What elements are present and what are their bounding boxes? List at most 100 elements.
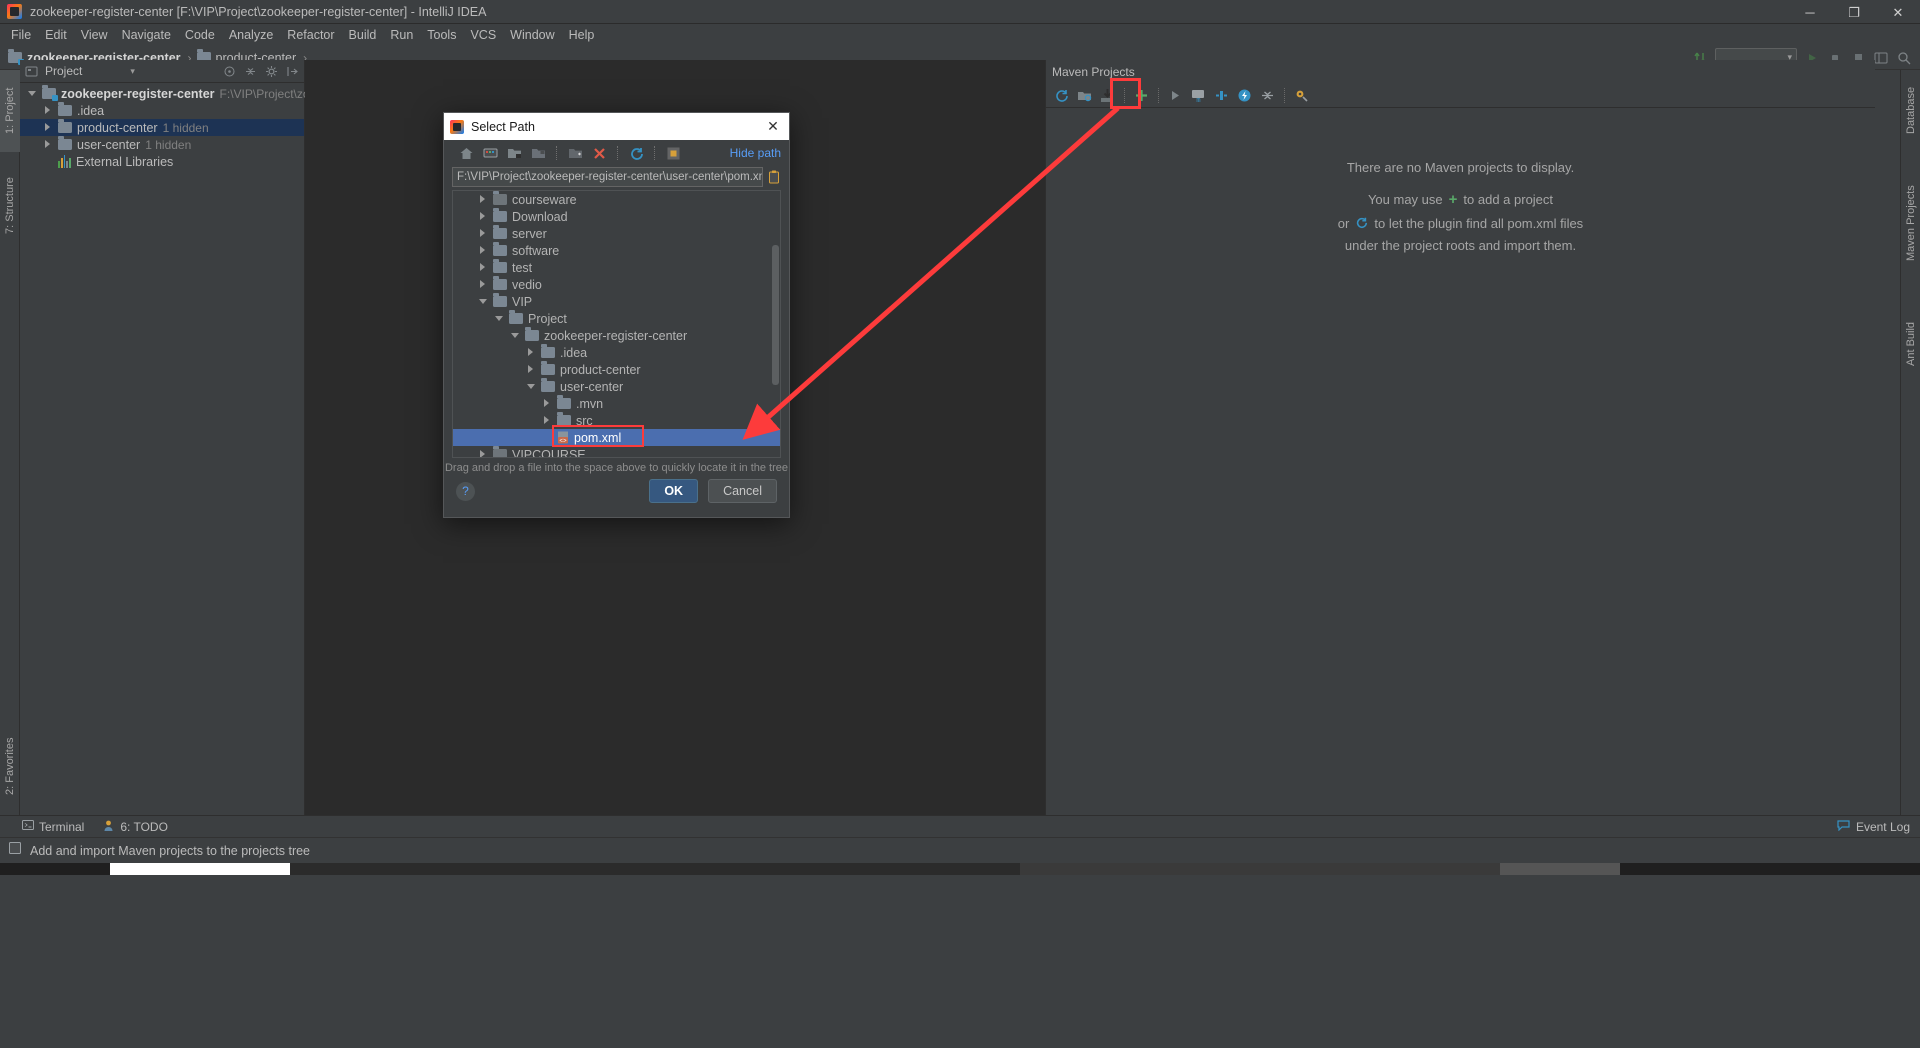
menu-item-tools[interactable]: Tools: [420, 26, 463, 44]
chevron-right-icon[interactable]: [479, 450, 488, 457]
close-window-button[interactable]: ✕: [1876, 0, 1920, 24]
chevron-right-icon[interactable]: [479, 195, 488, 204]
chevron-down-icon[interactable]: [479, 297, 488, 306]
maven-settings-icon[interactable]: [1292, 86, 1311, 105]
chevron-right-icon[interactable]: [527, 348, 536, 357]
stripe-item-todo[interactable]: 6: TODO: [102, 819, 168, 835]
taskbar-item-1[interactable]: [110, 863, 290, 875]
chevron-right-icon[interactable]: [479, 246, 488, 255]
project-tree[interactable]: zookeeper-register-center F:\VIP\Project\…: [20, 83, 353, 813]
show-hidden-icon[interactable]: [663, 143, 683, 163]
chevron-down-icon[interactable]: [495, 314, 504, 323]
menu-item-file[interactable]: File: [4, 26, 38, 44]
add-maven-project-icon[interactable]: [1132, 86, 1151, 105]
stripe-item-maven-projects[interactable]: Maven Projects: [1901, 158, 1920, 288]
cancel-button[interactable]: Cancel: [708, 479, 777, 503]
stripe-item-favorites[interactable]: 2: Favorites: [0, 720, 20, 812]
menu-item-help[interactable]: Help: [562, 26, 602, 44]
scroll-from-source-icon[interactable]: [222, 64, 237, 79]
toggle-skip-tests-icon[interactable]: [1212, 86, 1231, 105]
path-tree-row[interactable]: software: [453, 242, 780, 259]
stripe-item-database[interactable]: Database: [1901, 70, 1920, 150]
chevron-right-icon[interactable]: [479, 229, 488, 238]
path-tree-row[interactable]: Project: [453, 310, 780, 327]
menu-item-window[interactable]: Window: [503, 26, 561, 44]
path-tree-row[interactable]: user-center: [453, 378, 780, 395]
chevron-right-icon[interactable]: [44, 140, 53, 149]
menu-item-edit[interactable]: Edit: [38, 26, 74, 44]
menu-item-run[interactable]: Run: [383, 26, 420, 44]
taskbar-item-4[interactable]: [1500, 863, 1620, 875]
stripe-item-terminal[interactable]: Terminal: [22, 819, 84, 834]
chevron-right-icon[interactable]: [44, 123, 53, 132]
path-tree-row[interactable]: test: [453, 259, 780, 276]
hide-panel-icon[interactable]: [285, 64, 300, 79]
path-tree-row[interactable]: VIP: [453, 293, 780, 310]
project-tree-row[interactable]: user-center 1 hidden: [20, 136, 304, 153]
path-tree-row[interactable]: vedio: [453, 276, 780, 293]
project-tree-row[interactable]: product-center 1 hidden: [20, 119, 304, 136]
download-sources-icon[interactable]: [1098, 86, 1117, 105]
menu-item-build[interactable]: Build: [342, 26, 384, 44]
project-tree-row[interactable]: .idea: [20, 102, 304, 119]
clipboard-icon[interactable]: [767, 169, 781, 185]
path-tree-row[interactable]: VIPCOURSE: [453, 446, 780, 457]
taskbar-item-2[interactable]: [290, 863, 1020, 875]
chevron-down-icon[interactable]: [527, 382, 536, 391]
path-tree-row[interactable]: Download: [453, 208, 780, 225]
new-folder-icon[interactable]: [565, 143, 585, 163]
path-tree-row[interactable]: <> pom.xml: [453, 429, 780, 446]
chevron-right-icon[interactable]: [543, 399, 552, 408]
chevron-down-icon[interactable]: ▾: [130, 66, 135, 77]
path-tree-row[interactable]: product-center: [453, 361, 780, 378]
project-tree-row[interactable]: External Libraries: [20, 153, 304, 170]
chevron-right-icon[interactable]: [527, 365, 536, 374]
path-tree[interactable]: courseware Download server software test vedi…: [452, 190, 781, 458]
run-icon[interactable]: [1166, 86, 1185, 105]
stripe-item-structure[interactable]: 7: Structure: [0, 160, 20, 252]
chevron-down-icon[interactable]: [28, 89, 37, 98]
path-input[interactable]: F:\VIP\Project\zookeeper-register-center…: [452, 167, 763, 187]
refresh-icon[interactable]: [626, 143, 646, 163]
module-dir-icon[interactable]: [528, 143, 548, 163]
toggle-offline-icon[interactable]: [1235, 86, 1254, 105]
menu-item-vcs[interactable]: VCS: [463, 26, 503, 44]
path-tree-row[interactable]: courseware: [453, 191, 780, 208]
menu-item-analyze[interactable]: Analyze: [222, 26, 280, 44]
menu-item-navigate[interactable]: Navigate: [115, 26, 178, 44]
chevron-down-icon[interactable]: [511, 331, 520, 340]
path-tree-row[interactable]: server: [453, 225, 780, 242]
gear-icon[interactable]: [264, 64, 279, 79]
collapse-all-icon[interactable]: [1258, 86, 1277, 105]
event-log-label[interactable]: Event Log: [1856, 820, 1910, 834]
chevron-right-icon[interactable]: [479, 212, 488, 221]
path-tree-row[interactable]: src: [453, 412, 780, 429]
path-tree-row[interactable]: .idea: [453, 344, 780, 361]
chevron-right-icon[interactable]: [543, 416, 552, 425]
stripe-item-ant-build[interactable]: Ant Build: [1901, 298, 1920, 390]
close-dialog-button[interactable]: ✕: [763, 118, 783, 135]
project-tree-row[interactable]: zookeeper-register-center F:\VIP\Project\…: [20, 85, 353, 102]
taskbar-item-3[interactable]: [1020, 863, 1500, 875]
home-icon[interactable]: [456, 143, 476, 163]
chevron-right-icon[interactable]: [479, 263, 488, 272]
menu-item-code[interactable]: Code: [178, 26, 222, 44]
menu-item-view[interactable]: View: [74, 26, 115, 44]
execute-goal-icon[interactable]: m: [1189, 86, 1208, 105]
chevron-right-icon[interactable]: [479, 280, 488, 289]
stripe-item-project[interactable]: 1: Project: [0, 70, 20, 152]
menu-item-refactor[interactable]: Refactor: [280, 26, 341, 44]
hide-path-link[interactable]: Hide path: [730, 146, 781, 160]
help-button[interactable]: ?: [456, 481, 475, 501]
chevron-right-icon[interactable]: [44, 106, 53, 115]
minimize-button[interactable]: ─: [1788, 0, 1832, 24]
search-icon[interactable]: [1896, 50, 1912, 66]
collapse-all-icon[interactable]: [243, 64, 258, 79]
delete-icon[interactable]: [589, 143, 609, 163]
generate-sources-icon[interactable]: [1075, 86, 1094, 105]
ok-button[interactable]: OK: [649, 479, 699, 503]
desktop-icon[interactable]: [480, 143, 500, 163]
path-tree-row[interactable]: .mvn: [453, 395, 780, 412]
path-tree-row[interactable]: zookeeper-register-center: [453, 327, 780, 344]
tree-scrollbar[interactable]: [772, 245, 779, 385]
